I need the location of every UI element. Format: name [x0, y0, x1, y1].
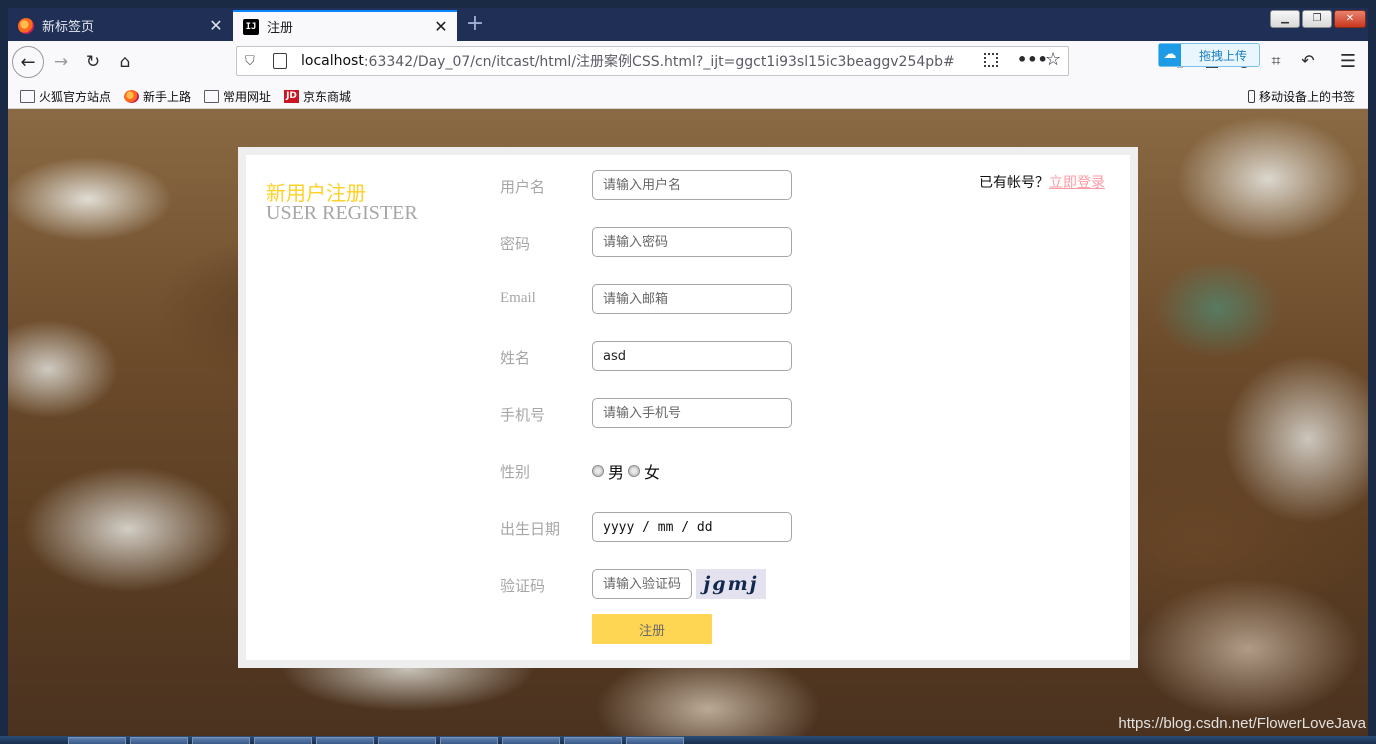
home-button[interactable]: ⌂	[110, 47, 140, 77]
taskbar-item[interactable]	[254, 737, 312, 744]
birthday-label: 出生日期	[500, 522, 561, 538]
name-label: 姓名	[500, 351, 531, 367]
bookmark-firefox-site[interactable]: 火狐官方站点	[20, 88, 111, 105]
phone-input[interactable]	[592, 398, 792, 428]
email-row: Email	[500, 284, 820, 314]
page-icon[interactable]	[273, 53, 287, 69]
jd-logo-icon: JD	[284, 90, 299, 103]
back-button[interactable]: ←	[12, 46, 44, 78]
mobile-device-icon	[1248, 90, 1255, 103]
password-label: 密码	[500, 237, 531, 253]
bookmarks-bar: 火狐官方站点 新手上路 常用网址 JD 京东商城 移动设备上的书签	[8, 83, 1368, 109]
birthday-row: 出生日期	[500, 512, 820, 542]
phone-row: 手机号	[500, 398, 820, 428]
url-bar[interactable]: ⛉ localhost :63342/Day_07/cn/itcast/html…	[236, 46, 1069, 76]
gender-row: 性别 男 女	[500, 455, 820, 485]
bookmark-label: 火狐官方站点	[39, 90, 112, 104]
form-title-en: USER REGISTER	[266, 202, 418, 224]
hamburger-menu-icon[interactable]: ☰	[1336, 51, 1360, 73]
tab-label: 注册	[267, 21, 294, 36]
bookmark-jd[interactable]: JD 京东商城	[284, 88, 351, 105]
birthday-input[interactable]	[592, 512, 792, 542]
bookmark-getting-started[interactable]: 新手上路	[124, 88, 191, 105]
navigation-bar: ← → ↻ ⌂ ⛉ localhost :63342/Day_07/cn/itc…	[8, 41, 1368, 83]
password-input[interactable]	[592, 227, 792, 257]
taskbar-item[interactable]	[440, 737, 498, 744]
forward-button[interactable]: →	[46, 47, 76, 77]
cloud-icon: ☁	[1159, 44, 1181, 66]
browser-window: 新标签页 ✕ IJ 注册 ✕ + ▁ ❐ ✕ ← → ↻ ⌂ ⛉ localho…	[8, 8, 1368, 744]
folder-icon	[20, 90, 35, 103]
taskbar-item[interactable]	[378, 737, 436, 744]
username-input[interactable]	[592, 170, 792, 200]
folder-icon	[204, 90, 219, 103]
email-label: Email	[500, 290, 536, 306]
captcha-input[interactable]	[592, 569, 692, 599]
url-path: :63342/Day_07/cn/itcast/html/注册案例CSS.htm…	[363, 54, 955, 70]
close-icon[interactable]: ✕	[204, 16, 228, 35]
tab-label: 新标签页	[42, 20, 95, 35]
reload-button[interactable]: ↻	[78, 47, 108, 77]
taskbar-item[interactable]	[502, 737, 560, 744]
minimize-button[interactable]: ▁	[1270, 10, 1300, 28]
bookmark-mobile[interactable]: 移动设备上的书签	[1248, 88, 1355, 105]
gender-female-label[interactable]: 女	[644, 459, 660, 483]
close-icon[interactable]: ✕	[429, 17, 453, 36]
captcha-row: 验证码 jgmj	[500, 569, 820, 599]
register-card: 新用户注册 USER REGISTER 用户名 密码 Email 姓名	[246, 155, 1130, 660]
password-row: 密码	[500, 227, 820, 257]
taskbar-item[interactable]	[626, 737, 684, 744]
bookmark-label: 常用网址	[223, 90, 272, 104]
bookmark-label: 京东商城	[303, 90, 352, 104]
gender-female-radio[interactable]	[628, 465, 641, 477]
bookmark-label: 新手上路	[143, 90, 192, 104]
register-card-border: 新用户注册 USER REGISTER 用户名 密码 Email 姓名	[238, 147, 1138, 668]
tab-new-tab[interactable]: 新标签页 ✕	[8, 10, 232, 41]
baidu-upload-widget[interactable]: ☁ 拖拽上传	[1158, 43, 1260, 67]
captcha-label: 验证码	[500, 579, 546, 595]
restore-button[interactable]: ❐	[1302, 10, 1332, 28]
login-hint: 已有帐号？立即登录	[979, 172, 1105, 192]
name-input[interactable]	[592, 341, 792, 371]
taskbar-item[interactable]	[316, 737, 374, 744]
bookmark-star-icon[interactable]: ☆	[1045, 49, 1061, 70]
page-content: 新用户注册 USER REGISTER 用户名 密码 Email 姓名	[8, 109, 1368, 744]
captcha-image[interactable]: jgmj	[696, 569, 766, 599]
more-actions-icon[interactable]: •••	[1017, 50, 1048, 69]
taskbar-item[interactable]	[192, 737, 250, 744]
login-prompt: 已有帐号？	[979, 175, 1049, 191]
bookmark-label: 移动设备上的书签	[1259, 90, 1356, 104]
name-row: 姓名	[500, 341, 820, 371]
gender-male-radio[interactable]	[592, 465, 604, 477]
watermark: https://blog.csdn.net/FlowerLoveJava	[1118, 715, 1366, 732]
email-input[interactable]	[592, 284, 792, 314]
bookmark-common-sites[interactable]: 常用网址	[204, 88, 271, 105]
os-taskbar	[0, 736, 1376, 744]
new-tab-button[interactable]: +	[464, 13, 486, 37]
qr-code-icon[interactable]	[984, 53, 998, 67]
username-label: 用户名	[500, 180, 546, 196]
login-link[interactable]: 立即登录	[1049, 175, 1105, 191]
tab-strip: 新标签页 ✕ IJ 注册 ✕ + ▁ ❐ ✕	[8, 8, 1368, 41]
firefox-icon	[18, 17, 34, 34]
phone-label: 手机号	[500, 408, 546, 424]
screenshot-crop-icon[interactable]: ⌗	[1264, 51, 1288, 73]
username-row: 用户名	[500, 170, 820, 200]
gender-options: 男 女	[592, 459, 660, 483]
tab-register[interactable]: IJ 注册 ✕	[233, 10, 457, 41]
taskbar-item[interactable]	[564, 737, 622, 744]
gender-label: 性别	[500, 465, 531, 481]
taskbar-item[interactable]	[68, 737, 126, 744]
undo-icon[interactable]: ↶	[1296, 51, 1320, 73]
window-close-button[interactable]: ✕	[1334, 10, 1366, 28]
baidu-upload-label: 拖拽上传	[1199, 48, 1248, 63]
shield-icon[interactable]: ⛉	[245, 54, 261, 69]
intellij-icon: IJ	[243, 18, 259, 35]
register-button[interactable]: 注册	[592, 614, 712, 644]
taskbar-item[interactable]	[130, 737, 188, 744]
gender-male-label[interactable]: 男	[608, 459, 624, 483]
url-host: localhost	[301, 53, 364, 69]
firefox-icon	[124, 90, 139, 103]
